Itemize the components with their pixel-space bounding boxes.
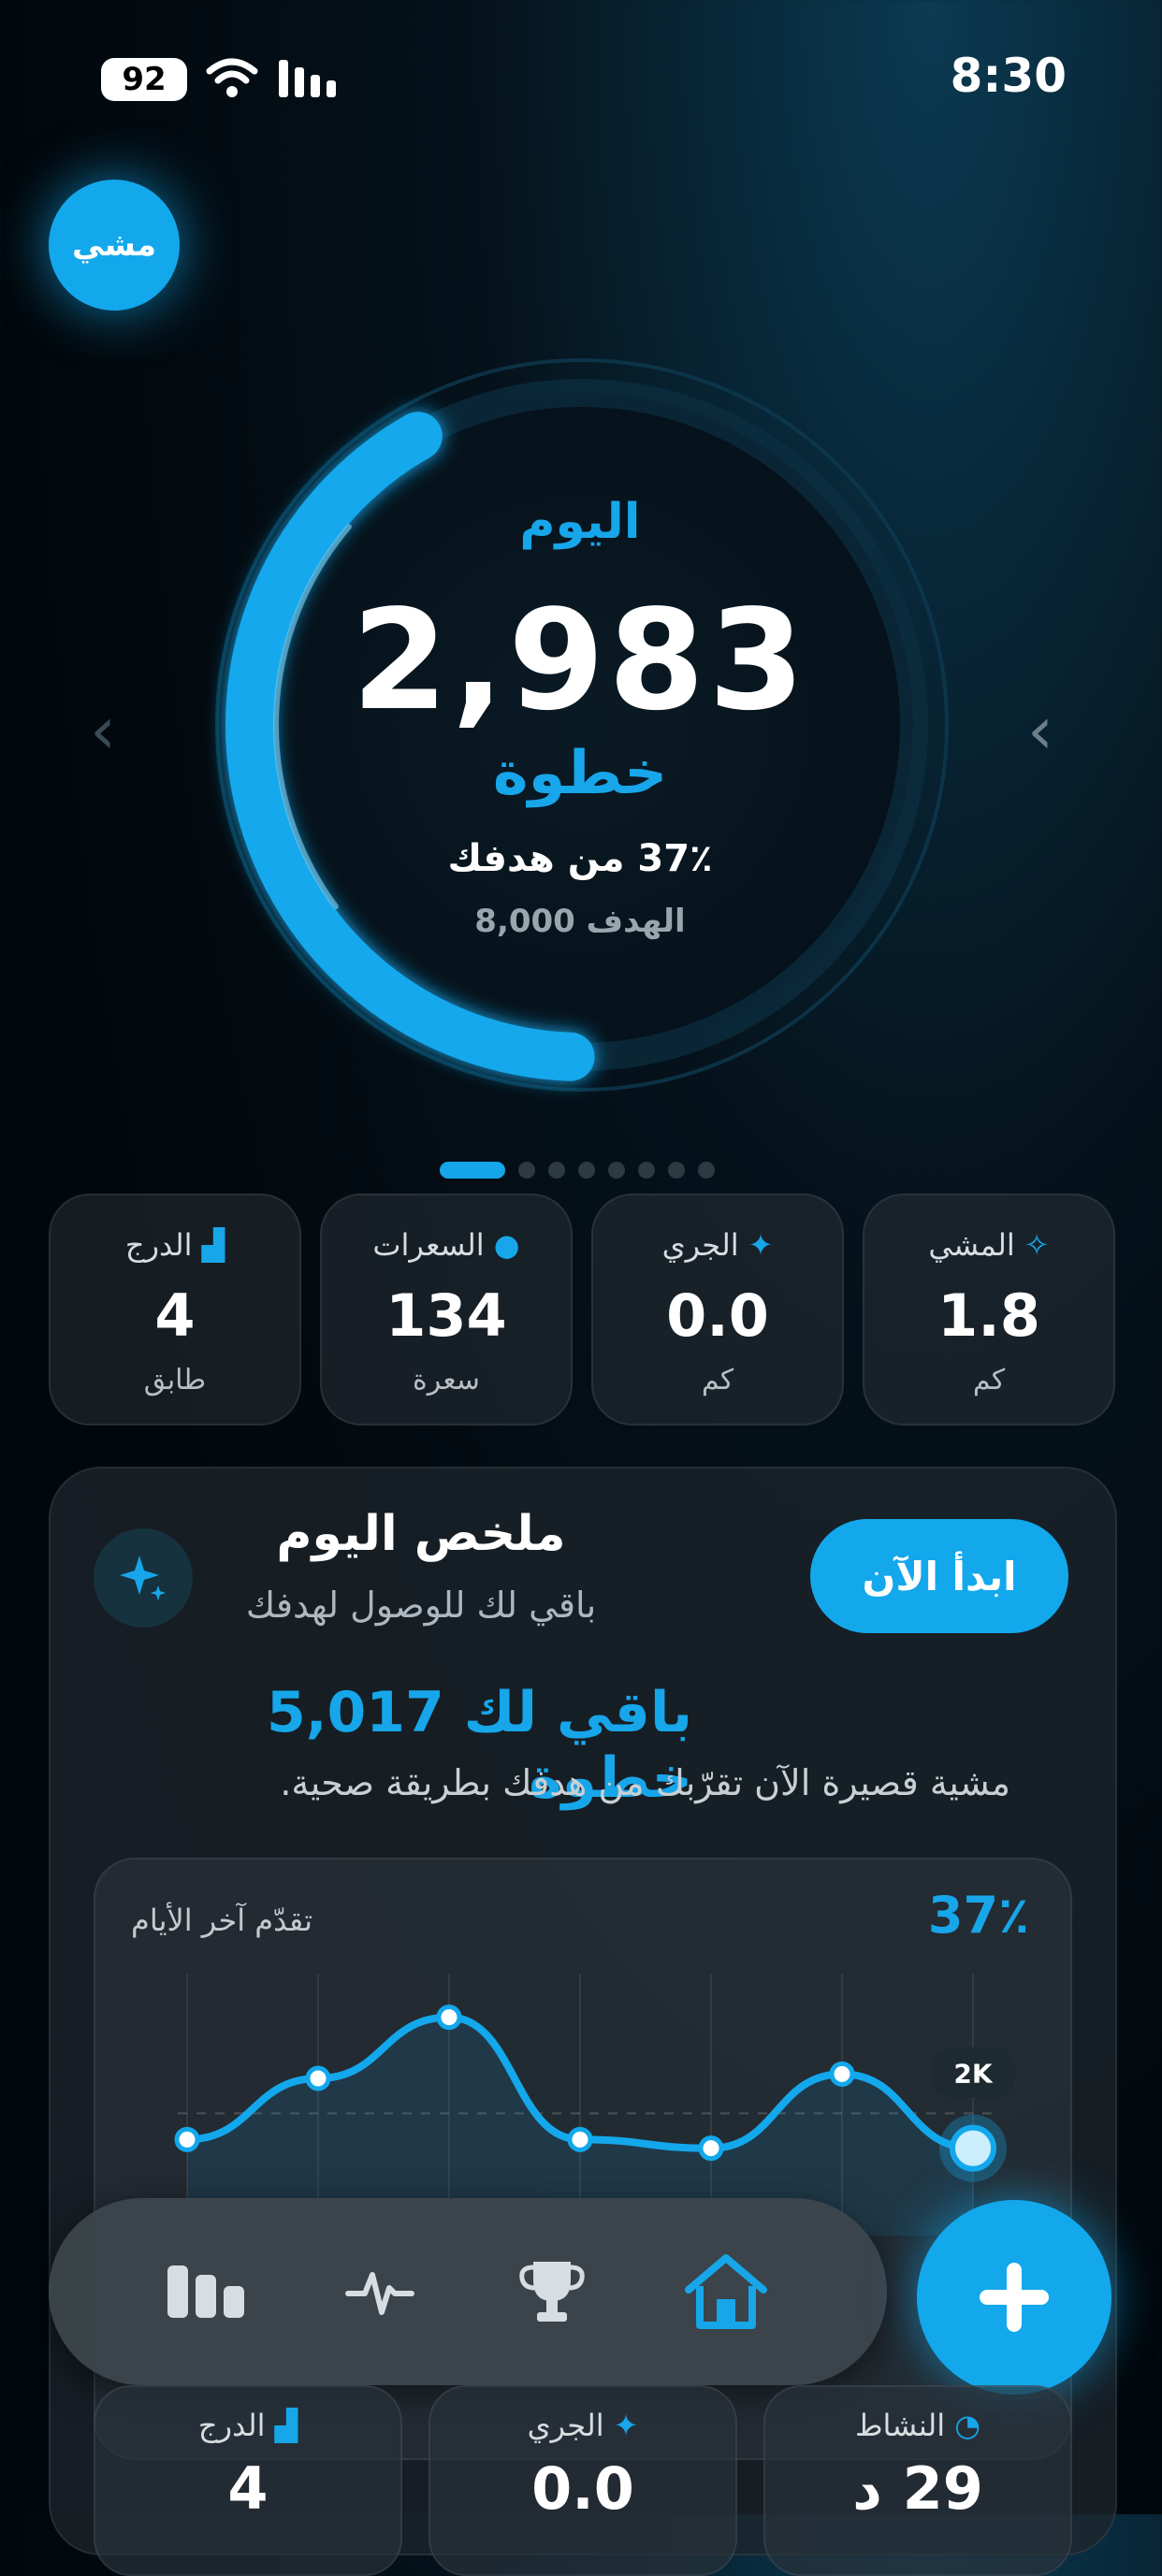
summary-subtitle: باقي لك للوصول لهدفك — [245, 1585, 597, 1626]
chart-point[interactable] — [305, 2065, 331, 2091]
add-button[interactable] — [917, 2200, 1111, 2395]
chart-point[interactable] — [436, 2004, 462, 2031]
summary-tip: مشية قصيرة الآن تقرّبك من هدفك بطريقة صح… — [280, 1762, 1010, 1803]
lower-card-stairs[interactable]: ▟ الدرج 4 — [94, 2385, 402, 2576]
stat-card-stairs[interactable]: ▟ الدرج 4 طابق — [49, 1194, 301, 1425]
goal-text: الهدف 8,000 — [474, 903, 686, 940]
previous-arrow-icon[interactable]: ‹ — [90, 692, 116, 769]
status-time: 8:30 — [950, 49, 1067, 103]
chart-title: تقدّم آخر الأيام — [131, 1903, 312, 1938]
chart-point[interactable] — [567, 2126, 593, 2152]
signal-icon — [279, 60, 336, 97]
chart-percent: 37٪ — [927, 1886, 1029, 1945]
page-dot[interactable] — [608, 1162, 625, 1179]
summary-title: ملخص اليوم — [276, 1506, 566, 1562]
activity-mode-button[interactable]: مشي — [49, 180, 180, 311]
page-dot[interactable] — [440, 1162, 505, 1179]
stat-card-calories[interactable]: ● السعرات 134 سعرة — [320, 1194, 573, 1425]
chart-badge-label: 2K — [953, 2059, 993, 2090]
flame-icon: ● — [493, 1227, 520, 1263]
stat-card-run[interactable]: ✦ الجري 0.0 كم — [591, 1194, 844, 1425]
battery-icon: 92 — [101, 58, 187, 101]
page-dot[interactable] — [578, 1162, 595, 1179]
lower-card-run[interactable]: ✦ الجري 0.0 — [428, 2385, 737, 2576]
run-icon: ✦ — [748, 1227, 774, 1263]
trophy-icon[interactable] — [505, 2250, 599, 2334]
wifi-icon — [206, 58, 258, 97]
run-icon: ✦ — [613, 2408, 639, 2443]
chart-point[interactable] — [950, 2124, 996, 2172]
stats-icon[interactable] — [159, 2250, 253, 2334]
walk-icon: ✧ — [1024, 1227, 1050, 1263]
stairs-icon: ▟ — [201, 1227, 225, 1263]
page-dot[interactable] — [548, 1162, 565, 1179]
chart-point[interactable] — [698, 2135, 724, 2162]
lower-card-activity[interactable]: ◔ النشاط 29 د — [763, 2385, 1072, 2576]
timer-icon: ◔ — [954, 2408, 981, 2443]
home-icon[interactable] — [679, 2250, 773, 2334]
next-arrow-icon[interactable]: ‹ — [1027, 692, 1053, 769]
chart-point[interactable] — [829, 2061, 855, 2087]
sparkle-icon[interactable] — [94, 1528, 193, 1628]
stat-card-walk[interactable]: ✧ المشي 1.8 كم — [863, 1194, 1115, 1425]
page-dot[interactable] — [668, 1162, 685, 1179]
start-now-button[interactable]: ابدأ الآن — [810, 1519, 1068, 1633]
pulse-icon[interactable] — [333, 2250, 427, 2334]
chart-point[interactable] — [174, 2126, 200, 2152]
steps-unit: خطوة — [492, 739, 668, 808]
page-dot[interactable] — [638, 1162, 655, 1179]
page-dot[interactable] — [698, 1162, 715, 1179]
page-indicator[interactable] — [440, 1162, 715, 1179]
page-dot[interactable] — [518, 1162, 535, 1179]
goal-percent: 37٪ من هدفك — [447, 837, 713, 880]
ring-label: اليوم — [519, 494, 641, 550]
steps-count: 2,983 — [351, 580, 809, 741]
stairs-icon: ▟ — [274, 2408, 298, 2443]
